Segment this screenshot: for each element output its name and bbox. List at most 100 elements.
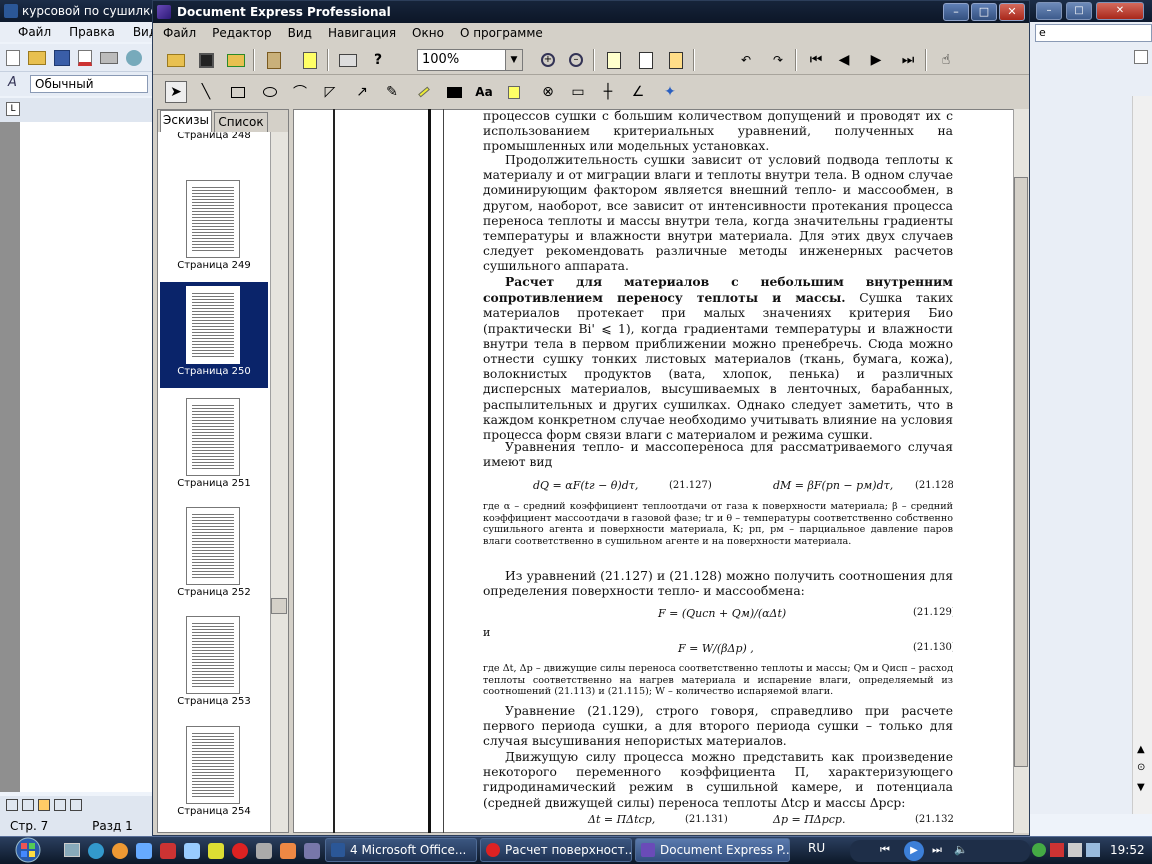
next-page-icon[interactable]: ▼ (1137, 782, 1145, 793)
print-icon[interactable] (100, 52, 118, 64)
pen-tool-icon[interactable]: ✎ (381, 81, 403, 103)
task-document-express[interactable]: Document Express P... (635, 838, 790, 862)
word-style-select[interactable]: Обычный (30, 75, 148, 93)
word-menu-edit[interactable]: Правка (69, 25, 115, 39)
word-maximize-button[interactable]: □ (1066, 2, 1092, 20)
zoom-in-icon[interactable]: + (537, 49, 559, 71)
show-desktop-icon[interactable] (64, 843, 80, 857)
rotate-left-icon[interactable]: ↶ (735, 49, 757, 71)
menu-about[interactable]: О программе (460, 26, 543, 40)
word-help-search[interactable]: е (1035, 24, 1152, 42)
opera-icon[interactable] (232, 843, 248, 859)
thumbnail-item[interactable]: Страница 251 (160, 394, 268, 500)
preview-icon[interactable] (126, 50, 142, 66)
tray-icon[interactable] (1032, 843, 1046, 857)
prev-page-icon[interactable]: ⊙ (1137, 762, 1145, 773)
menu-editor[interactable]: Редактор (212, 26, 271, 40)
app-close-button[interactable]: ✕ (999, 3, 1025, 21)
stamp-tool-icon[interactable]: ⊗ (537, 81, 559, 103)
reading-view-icon[interactable] (70, 799, 82, 811)
first-page-icon[interactable]: ⏮ (805, 49, 827, 71)
export-icon[interactable] (225, 49, 247, 71)
messenger-icon[interactable] (136, 843, 152, 859)
word-vertical-scrollbar[interactable]: ▲ ⊙ ▼ (1132, 96, 1152, 814)
select-arrow-icon[interactable]: ➤ (165, 81, 187, 103)
play-icon[interactable]: ▶ (904, 841, 924, 861)
highlighter-icon[interactable] (413, 81, 435, 103)
firefox-icon[interactable] (112, 843, 128, 859)
tab-thumbnails[interactable]: Эскизы (160, 110, 212, 132)
document-scroll-thumb[interactable] (1014, 177, 1028, 767)
scroll-up-icon[interactable]: ▲ (1137, 744, 1145, 755)
tray-icon[interactable] (1068, 843, 1082, 857)
tray-icon[interactable] (1050, 843, 1064, 857)
text-tool-icon[interactable]: Aa (473, 81, 495, 103)
app-maximize-button[interactable]: □ (971, 3, 997, 21)
zoom-out-icon[interactable]: – (565, 49, 587, 71)
outline-view-icon[interactable] (54, 799, 66, 811)
explorer-icon[interactable] (184, 843, 200, 859)
app-icon[interactable] (304, 843, 320, 859)
polyline-tool-icon[interactable]: ⌒ (289, 81, 311, 103)
normal-view-icon[interactable] (6, 799, 18, 811)
save-icon[interactable] (54, 50, 70, 66)
new-doc-icon[interactable] (6, 50, 20, 66)
menu-view[interactable]: Вид (288, 26, 312, 40)
task-opera[interactable]: Расчет поверхност... (480, 838, 632, 862)
menu-file[interactable]: Файл (163, 26, 196, 40)
rotate-right-icon[interactable]: ↷ (767, 49, 789, 71)
web-view-icon[interactable] (22, 799, 34, 811)
language-indicator[interactable]: RU (808, 841, 825, 855)
line-tool-icon[interactable]: ╲ (195, 81, 217, 103)
ellipse-tool-icon[interactable] (259, 81, 281, 103)
actual-size-icon[interactable] (665, 49, 687, 71)
insert-page-icon[interactable] (299, 49, 321, 71)
start-button[interactable] (4, 837, 52, 864)
thumbnail-item[interactable]: Страница 254 (160, 722, 268, 828)
thumbnail-scrollbar[interactable] (270, 132, 288, 832)
rectangle-tool-icon[interactable] (227, 81, 249, 103)
open-folder-icon[interactable] (28, 51, 46, 65)
pdf-icon[interactable] (78, 50, 92, 66)
ruler-tool-icon[interactable]: ▭ (567, 81, 589, 103)
zoom-dropdown-icon[interactable]: ▼ (505, 50, 522, 70)
media-icon[interactable] (160, 843, 176, 859)
open-icon[interactable] (165, 49, 187, 71)
arrow-tool-icon[interactable]: ↗ (351, 81, 373, 103)
polygon-tool-icon[interactable]: ◸ (319, 81, 341, 103)
folder-icon[interactable] (208, 843, 224, 859)
thumbnail-item[interactable]: Страница 248 (160, 132, 268, 152)
save-icon[interactable] (195, 49, 217, 71)
print-icon[interactable] (337, 49, 359, 71)
fit-page-icon[interactable] (603, 49, 625, 71)
word-menu-file[interactable]: Файл (18, 25, 51, 39)
previous-track-icon[interactable]: ⏮ (880, 843, 890, 857)
word-minimize-button[interactable]: – (1036, 2, 1062, 20)
menu-window[interactable]: Окно (412, 26, 444, 40)
app-minimize-button[interactable]: – (943, 3, 969, 21)
word-close-button[interactable]: ✕ (1096, 2, 1144, 20)
app-icon[interactable] (280, 843, 296, 859)
thumbnail-item[interactable]: Страница 253 (160, 612, 268, 718)
magic-wand-icon[interactable]: ✦ (659, 81, 681, 103)
angle-tool-icon[interactable]: ∠ (627, 81, 649, 103)
prev-page-icon[interactable]: ◀ (833, 49, 855, 71)
thumbnail-item-selected[interactable]: Страница 250 (160, 282, 268, 388)
fit-width-icon[interactable] (635, 49, 657, 71)
thumbnail-item[interactable]: Страница 249 (160, 176, 268, 282)
close-doc-icon[interactable] (1134, 50, 1148, 64)
network-icon[interactable] (1086, 843, 1100, 857)
next-track-icon[interactable]: ⏭ (932, 843, 942, 857)
help-icon[interactable]: ? (367, 49, 389, 71)
styles-icon[interactable]: A (8, 75, 17, 90)
app-icon[interactable] (256, 843, 272, 859)
last-page-icon[interactable]: ⏭ (897, 49, 919, 71)
print-view-icon[interactable] (38, 799, 50, 811)
browser-icon[interactable] (88, 843, 104, 859)
thumbnail-item[interactable]: Страница 252 (160, 503, 268, 609)
note-tool-icon[interactable] (503, 81, 525, 103)
menu-navigation[interactable]: Навигация (328, 26, 396, 40)
tab-list[interactable]: Список (214, 112, 268, 132)
tab-stop-icon[interactable]: L (6, 102, 20, 116)
crosshair-tool-icon[interactable]: ┼ (597, 81, 619, 103)
